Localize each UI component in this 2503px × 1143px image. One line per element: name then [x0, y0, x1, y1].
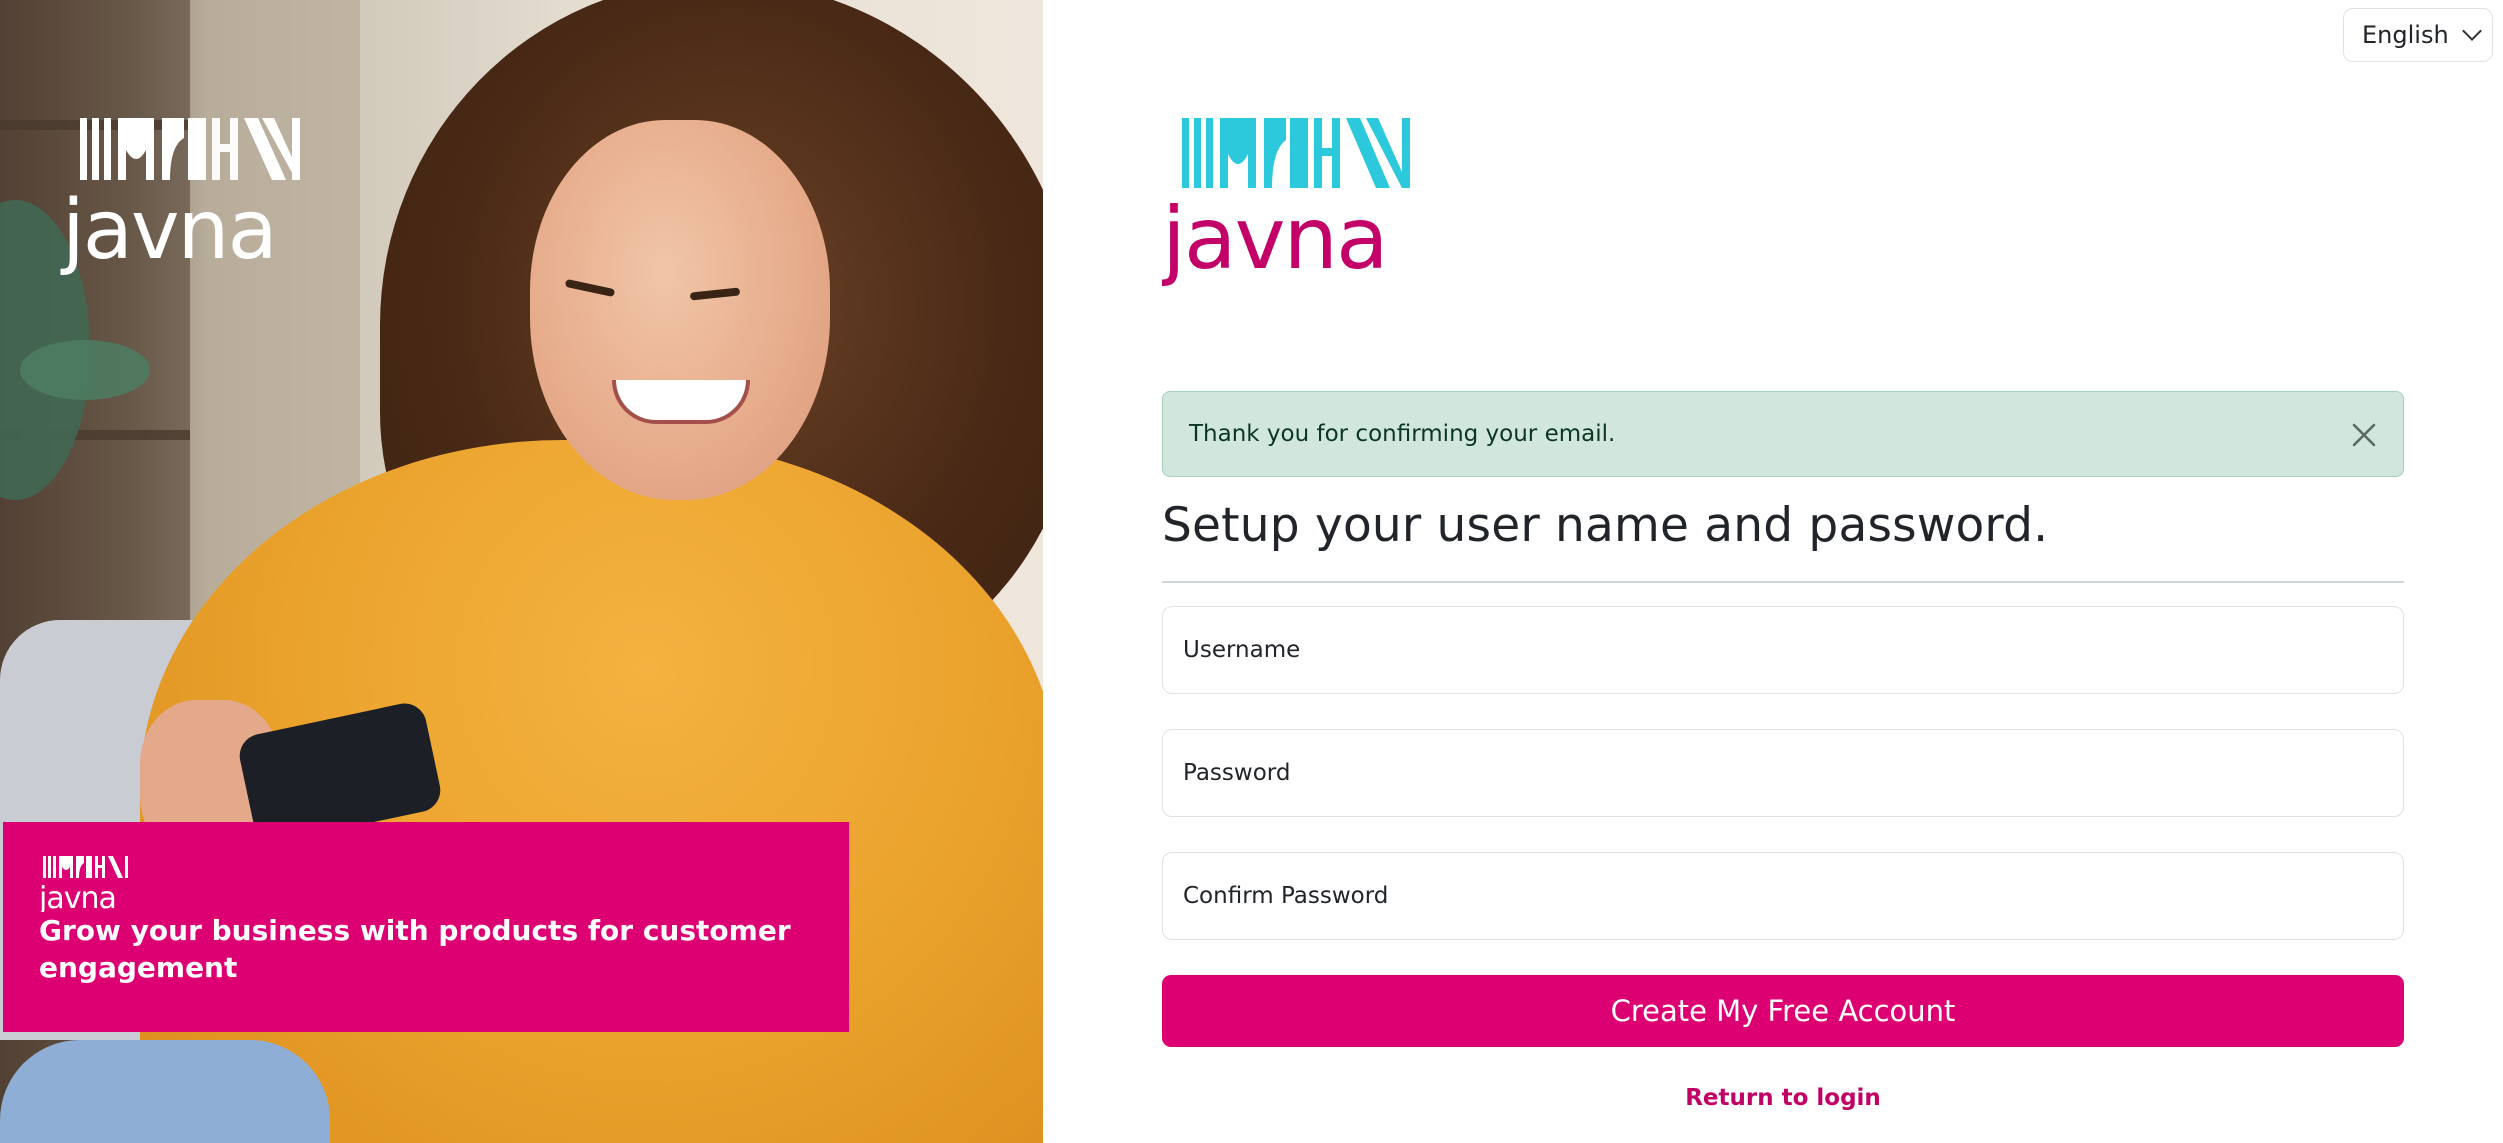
password-input[interactable]: Password [1162, 729, 2404, 817]
javna-logo-small: javna [39, 856, 128, 912]
close-icon[interactable] [2347, 418, 2381, 452]
promo-banner: javna Grow your business with products f… [3, 822, 849, 1032]
svg-text:javna: javna [1162, 189, 1387, 288]
create-account-button[interactable]: Create My Free Account [1162, 975, 2404, 1047]
success-alert: Thank you for confirming your email. [1162, 391, 2404, 477]
chevron-down-icon [2461, 21, 2482, 41]
language-selector[interactable]: English [2343, 8, 2493, 62]
svg-text:javna: javna [39, 881, 116, 912]
username-input[interactable]: Username [1162, 606, 2404, 694]
return-to-login-link[interactable]: Return to login [1162, 1085, 2404, 1111]
confirm-password-placeholder: Confirm Password [1183, 883, 1389, 909]
username-placeholder: Username [1183, 637, 1301, 663]
password-placeholder: Password [1183, 760, 1291, 786]
javna-logo: javna [1162, 118, 1410, 288]
language-selected-label: English [2362, 21, 2449, 49]
alert-message: Thank you for confirming your email. [1189, 421, 1616, 447]
svg-text:javna: javna [60, 183, 276, 278]
page-title: Setup your user name and password. [1162, 498, 2049, 553]
javna-logo-white: javna [60, 118, 300, 278]
title-divider [1162, 581, 2404, 583]
promo-headline: Grow your business with products for cus… [39, 914, 791, 984]
confirm-password-input[interactable]: Confirm Password [1162, 852, 2404, 940]
hero-photo: javna javna Grow your business with prod… [0, 0, 1043, 1143]
